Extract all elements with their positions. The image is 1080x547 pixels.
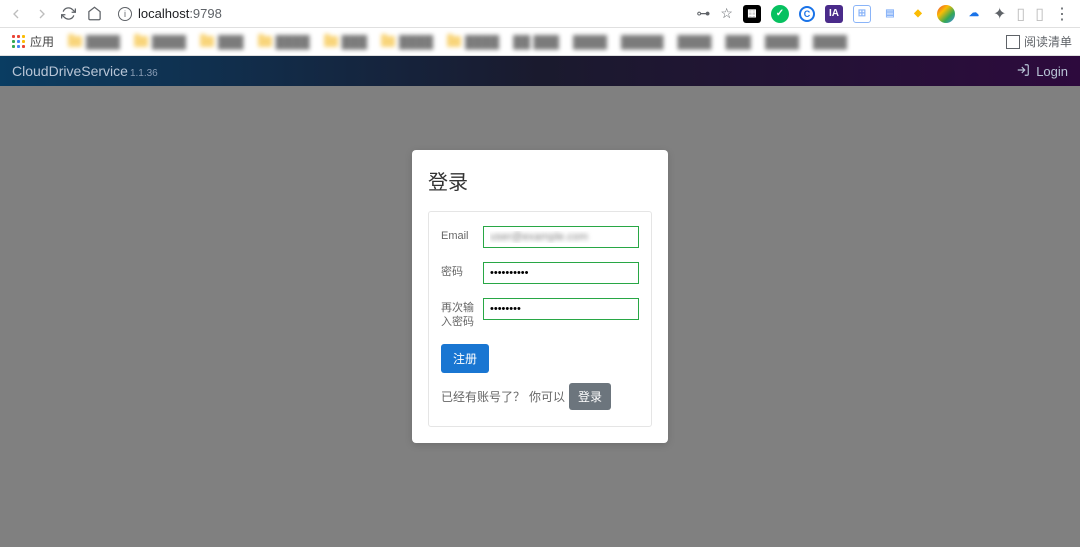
email-row: Email xyxy=(441,226,639,248)
reading-list-label: 阅读清单 xyxy=(1024,33,1072,50)
bookmark-item[interactable]: ████ xyxy=(761,33,803,51)
extension-icon[interactable]: IA xyxy=(825,5,843,23)
extension-icon[interactable]: ☁ xyxy=(965,5,983,23)
browser-menu-icon[interactable]: ⋮ xyxy=(1054,4,1068,24)
bookmark-folder[interactable]: ████ xyxy=(130,33,190,51)
extension-icon[interactable]: ◆ xyxy=(909,5,927,23)
address-bar[interactable]: i localhost:9798 xyxy=(110,6,688,21)
app-version: 1.1.36 xyxy=(130,68,158,79)
password-input[interactable] xyxy=(483,262,639,284)
bookmark-item[interactable]: ██ ███ xyxy=(509,33,563,51)
bookmark-folder[interactable]: ████ xyxy=(443,33,503,51)
apps-label: 应用 xyxy=(30,33,54,50)
email-label: Email xyxy=(441,226,475,243)
password-key-icon[interactable]: ⊶ xyxy=(696,5,710,22)
extension-icon[interactable]: C xyxy=(799,6,815,22)
bookmark-folder[interactable]: ████ xyxy=(64,33,124,51)
extension-icon[interactable]: ▯ xyxy=(1016,4,1025,24)
extensions-menu-icon[interactable]: ✦ xyxy=(993,4,1006,24)
bookmark-item[interactable]: █████ xyxy=(617,33,668,51)
confirm-row: 再次输入密码 xyxy=(441,298,639,330)
app-header: CloudDriveService 1.1.36 Login xyxy=(0,56,1080,86)
bookmarks-bar: 应用 ████ ████ ███ ████ ███ ████ ████ ██ █… xyxy=(0,28,1080,56)
apps-grid-icon xyxy=(12,35,26,49)
header-login-label: Login xyxy=(1036,64,1068,79)
confirm-label: 再次输入密码 xyxy=(441,298,475,330)
extension-icon[interactable]: ⊞ xyxy=(853,5,871,23)
reload-button[interactable] xyxy=(60,6,76,22)
helper-row: 已经有账号了？ 你可以 登录 xyxy=(441,383,639,410)
helper-text-1: 已经有账号了？ xyxy=(441,388,525,405)
register-card: 登录 Email 密码 再次输入密码 注册 已经有账号了？ 你可以 登录 xyxy=(412,150,668,443)
bookmark-folder[interactable]: ███ xyxy=(320,33,372,51)
header-login-link[interactable]: Login xyxy=(1016,63,1068,80)
extension-icon[interactable] xyxy=(937,5,955,23)
password-row: 密码 xyxy=(441,262,639,284)
form-panel: Email 密码 再次输入密码 注册 已经有账号了？ 你可以 登录 xyxy=(428,211,652,427)
bookmark-folder[interactable]: ████ xyxy=(377,33,437,51)
reading-list-button[interactable]: 阅读清单 xyxy=(1006,33,1072,50)
apps-shortcut[interactable]: 应用 xyxy=(8,31,58,52)
extension-icon[interactable]: ▦ xyxy=(743,5,761,23)
helper-text-2: 你可以 xyxy=(529,388,565,405)
extension-icon[interactable]: ✓ xyxy=(771,5,789,23)
app-title-text: CloudDriveService xyxy=(12,63,128,79)
url-text: localhost:9798 xyxy=(138,6,222,21)
site-info-icon[interactable]: i xyxy=(118,7,132,21)
confirm-input[interactable] xyxy=(483,298,639,320)
login-icon xyxy=(1016,63,1030,80)
bookmark-item[interactable]: ████ xyxy=(569,33,611,51)
bookmark-item[interactable]: ████ xyxy=(809,33,851,51)
toolbar-right: ⊶ ☆ ▦ ✓ C IA ⊞ ▤ ◆ ☁ ✦ ▯ ▯ ⋮ xyxy=(696,4,1072,24)
browser-toolbar: i localhost:9798 ⊶ ☆ ▦ ✓ C IA ⊞ ▤ ◆ ☁ ✦ … xyxy=(0,0,1080,28)
bookmark-item[interactable]: ████ xyxy=(674,33,716,51)
main-area: 登录 Email 密码 再次输入密码 注册 已经有账号了？ 你可以 登录 xyxy=(0,86,1080,547)
bookmark-item[interactable]: ███ xyxy=(722,33,756,51)
home-button[interactable] xyxy=(86,6,102,22)
register-button[interactable]: 注册 xyxy=(441,344,489,373)
app-title[interactable]: CloudDriveService 1.1.36 xyxy=(12,63,158,79)
reading-list-icon xyxy=(1006,35,1020,49)
register-row: 注册 xyxy=(441,344,639,373)
card-title: 登录 xyxy=(428,166,652,195)
profile-icon[interactable]: ▯ xyxy=(1035,4,1044,24)
back-button[interactable] xyxy=(8,6,24,22)
bookmark-star-icon[interactable]: ☆ xyxy=(720,5,733,22)
bookmark-folder[interactable]: ████ xyxy=(254,33,314,51)
forward-button[interactable] xyxy=(34,6,50,22)
login-button[interactable]: 登录 xyxy=(569,383,611,410)
email-input[interactable] xyxy=(483,226,639,248)
extension-icon[interactable]: ▤ xyxy=(881,5,899,23)
password-label: 密码 xyxy=(441,262,475,279)
nav-controls xyxy=(8,6,102,22)
bookmark-folder[interactable]: ███ xyxy=(196,33,248,51)
